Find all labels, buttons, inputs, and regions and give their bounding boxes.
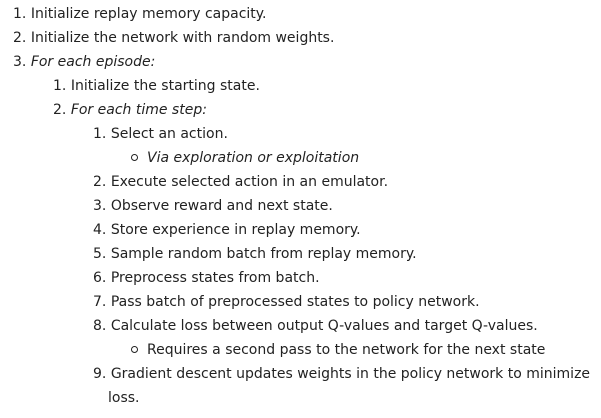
step-text-continuation: loss. — [108, 390, 140, 406]
step-number: 4. — [93, 222, 107, 238]
step-number: 1. — [13, 6, 27, 22]
note-select-action: Via exploration or exploitation — [131, 146, 359, 170]
step-text: Execute selected action in an emulator. — [110, 174, 389, 190]
step-number: 2. — [13, 30, 27, 46]
step-3: 3. For each episode: — [13, 50, 155, 74]
step-1: 1. Initialize replay memory capacity. — [13, 2, 267, 26]
step-number: 8. — [93, 318, 107, 334]
step-number: 1. — [93, 126, 107, 142]
step-number: 9. — [93, 366, 107, 382]
step-text: Initialize the starting state. — [70, 78, 260, 94]
step-text: Calculate loss between output Q-values a… — [110, 318, 538, 334]
step-text: Pass batch of preprocessed states to pol… — [110, 294, 480, 310]
note-text: Via exploration or exploitation — [147, 150, 360, 166]
step-number: 2. — [53, 102, 67, 118]
step-number: 1. — [53, 78, 67, 94]
step-text: Select an action. — [110, 126, 228, 142]
step-number: 3. — [93, 198, 107, 214]
time-step-3: 3. Observe reward and next state. — [93, 194, 333, 218]
bullet-icon — [131, 153, 138, 161]
step-text: Initialize replay memory capacity. — [30, 6, 267, 22]
step-text: Observe reward and next state. — [110, 198, 333, 214]
note-calculate-loss: Requires a second pass to the network fo… — [131, 338, 545, 362]
time-step-4: 4. Store experience in replay memory. — [93, 218, 361, 242]
step-number: 5. — [93, 246, 107, 262]
episode-step-2: 2. For each time step: — [53, 98, 207, 122]
time-step-9-continuation: loss. — [108, 386, 140, 410]
step-number: 2. — [93, 174, 107, 190]
time-step-1: 1. Select an action. — [93, 122, 228, 146]
step-text: For each episode: — [30, 54, 156, 70]
bullet-icon — [131, 345, 138, 353]
time-step-8: 8. Calculate loss between output Q-value… — [93, 314, 538, 338]
time-step-9: 9. Gradient descent updates weights in t… — [93, 362, 590, 386]
step-text: Sample random batch from replay memory. — [110, 246, 417, 262]
time-step-6: 6. Preprocess states from batch. — [93, 266, 320, 290]
step-number: 7. — [93, 294, 107, 310]
step-text: Preprocess states from batch. — [110, 270, 320, 286]
step-text: Store experience in replay memory. — [110, 222, 361, 238]
step-2: 2. Initialize the network with random we… — [13, 26, 334, 50]
step-text: For each time step: — [70, 102, 207, 118]
note-text: Requires a second pass to the network fo… — [147, 342, 546, 358]
step-number: 3. — [13, 54, 27, 70]
episode-step-1: 1. Initialize the starting state. — [53, 74, 260, 98]
time-step-5: 5. Sample random batch from replay memor… — [93, 242, 417, 266]
algorithm-document: 1. Initialize replay memory capacity. 2.… — [0, 0, 601, 418]
time-step-2: 2. Execute selected action in an emulato… — [93, 170, 388, 194]
step-text: Initialize the network with random weigh… — [30, 30, 335, 46]
time-step-7: 7. Pass batch of preprocessed states to … — [93, 290, 480, 314]
step-number: 6. — [93, 270, 107, 286]
step-text: Gradient descent updates weights in the … — [110, 366, 591, 382]
